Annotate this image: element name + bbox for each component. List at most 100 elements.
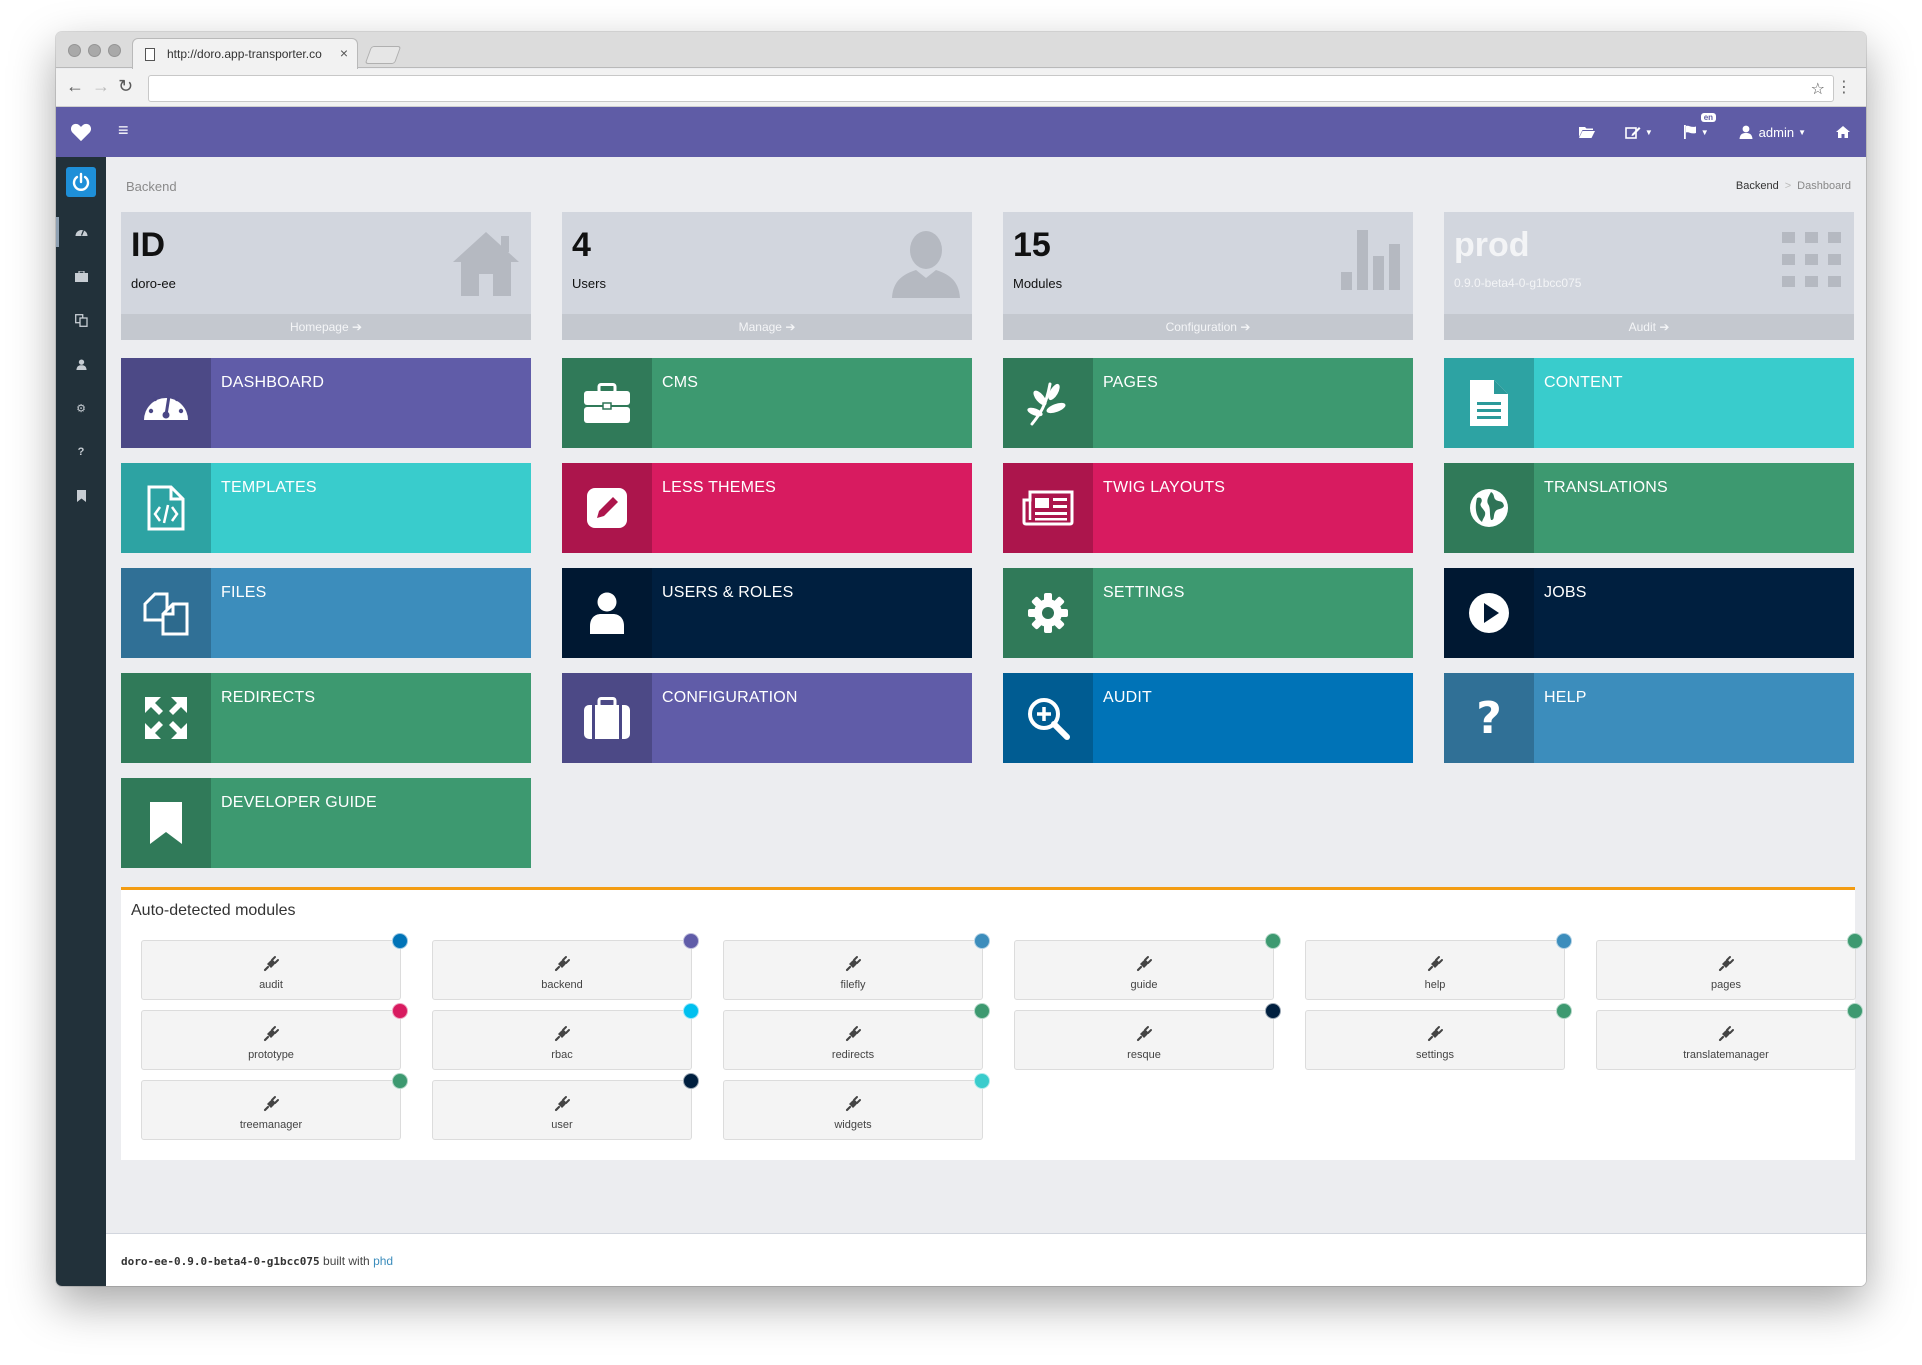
back-icon[interactable]: ←: [66, 77, 84, 95]
browser-menu-icon[interactable]: ⋮: [1836, 77, 1852, 97]
folder-menu[interactable]: [1578, 126, 1595, 138]
user-icon: [75, 358, 87, 370]
module-card-treemanager[interactable]: treemanager: [141, 1073, 408, 1140]
chevron-down-icon: ▼: [1700, 127, 1709, 137]
manage-link[interactable]: Manage ➔: [562, 314, 972, 340]
plug-icon: [433, 955, 691, 978]
modules-title: Auto-detected modules: [131, 902, 296, 919]
tile-users-roles[interactable]: USERS & ROLES: [562, 568, 972, 658]
sidebar-item-files[interactable]: [56, 305, 106, 335]
sidebar-item-cms[interactable]: [56, 261, 106, 291]
user-icon: [892, 231, 960, 298]
globe-icon: [1470, 489, 1508, 527]
tile-content[interactable]: CONTENT: [1444, 358, 1854, 448]
arrows-expand-icon: [145, 697, 187, 739]
module-card-prototype[interactable]: prototype: [141, 1003, 408, 1070]
sidebar-item-settings[interactable]: ⚙: [56, 393, 106, 423]
module-card-filefly[interactable]: filefly: [723, 933, 990, 1000]
tile-translations[interactable]: TRANSLATIONS: [1444, 463, 1854, 553]
module-name: redirects: [831, 1049, 875, 1061]
footer: doro-ee-0.9.0-beta4-0-g1bcc075 built wit…: [106, 1233, 1866, 1286]
audit-link[interactable]: Audit ➔: [1444, 314, 1854, 340]
breadcrumb-item-backend[interactable]: Backend: [1736, 180, 1779, 192]
module-card-pages[interactable]: pages: [1596, 933, 1863, 1000]
sidebar-item-guide[interactable]: [56, 481, 106, 511]
browser-tab[interactable]: http://doro.app-transporter.co ×: [132, 38, 358, 69]
user-menu[interactable]: admin ▼: [1739, 125, 1806, 140]
home-link[interactable]: [1836, 126, 1850, 138]
module-card-rbac[interactable]: rbac: [432, 1003, 699, 1070]
window-minimize-button[interactable]: [88, 44, 101, 57]
brand-logo[interactable]: [56, 107, 106, 157]
window-zoom-button[interactable]: [108, 44, 121, 57]
briefcase-icon: [74, 270, 88, 282]
plug-icon: [1597, 955, 1855, 978]
tile-settings[interactable]: SETTINGS: [1003, 568, 1413, 658]
sidebar-item-users[interactable]: [56, 349, 106, 379]
stat-value: 4: [572, 226, 591, 264]
module-card-widgets[interactable]: widgets: [723, 1073, 990, 1140]
page-icon: [145, 48, 155, 61]
module-card-translatemanager[interactable]: translatemanager: [1596, 1003, 1863, 1070]
module-card-help[interactable]: help: [1305, 933, 1572, 1000]
tile-help[interactable]: ? HELP: [1444, 673, 1854, 763]
tile-less-themes[interactable]: LESS THEMES: [562, 463, 972, 553]
tile-label: LESS THEMES: [662, 479, 776, 496]
module-status-dot: [1556, 1003, 1572, 1019]
breadcrumb-item-dashboard: Dashboard: [1797, 180, 1851, 192]
module-card-user[interactable]: user: [432, 1073, 699, 1140]
files-icon: [143, 592, 189, 636]
module-card-audit[interactable]: audit: [141, 933, 408, 1000]
module-name: guide: [1130, 979, 1158, 991]
edit-icon: [1625, 127, 1641, 139]
tile-twig-layouts[interactable]: TWIG LAYOUTS: [1003, 463, 1413, 553]
new-tab-button[interactable]: [364, 46, 402, 64]
tile-audit[interactable]: AUDIT: [1003, 673, 1413, 763]
stat-label: Users: [572, 276, 606, 291]
forward-icon[interactable]: →: [92, 77, 110, 95]
tile-label: CMS: [662, 374, 699, 391]
tile-pages[interactable]: PAGES: [1003, 358, 1413, 448]
module-status-dot: [974, 933, 990, 949]
window-close-button[interactable]: [68, 44, 81, 57]
sidebar-item-dashboard[interactable]: [56, 217, 106, 247]
module-card-resque[interactable]: resque: [1014, 1003, 1281, 1070]
configuration-link[interactable]: Configuration ➔: [1003, 314, 1413, 340]
breadcrumb: Backend > Dashboard: [1736, 180, 1851, 192]
module-card-guide[interactable]: guide: [1014, 933, 1281, 1000]
plug-icon: [1306, 955, 1564, 978]
homepage-link[interactable]: Homepage ➔: [121, 314, 531, 340]
sidebar-item-help[interactable]: ?: [56, 437, 106, 467]
plug-icon: [1015, 1025, 1273, 1048]
heart-icon: [70, 123, 92, 142]
stat-box-id: ID doro-ee Homepage ➔: [121, 212, 531, 340]
tile-configuration[interactable]: CONFIGURATION: [562, 673, 972, 763]
tile-templates[interactable]: TEMPLATES: [121, 463, 531, 553]
tile-label: PAGES: [1103, 374, 1158, 391]
module-card-settings[interactable]: settings: [1305, 1003, 1572, 1070]
tile-developer-guide[interactable]: DEVELOPER GUIDE: [121, 778, 531, 868]
reload-icon[interactable]: ↻: [118, 77, 133, 95]
bookmark-icon: [76, 490, 86, 502]
stat-box-users: 4 Users Manage ➔: [562, 212, 972, 340]
sidebar-toggle-icon[interactable]: ≡: [118, 120, 129, 141]
tile-cms[interactable]: CMS: [562, 358, 972, 448]
edit-menu[interactable]: ▼: [1625, 125, 1653, 139]
tab-title: http://doro.app-transporter.co: [167, 47, 322, 61]
close-tab-icon[interactable]: ×: [340, 45, 348, 61]
module-card-redirects[interactable]: redirects: [723, 1003, 990, 1070]
navbar-right: ▼ en ▼ admin ▼: [1578, 107, 1866, 157]
tile-label: CONFIGURATION: [662, 689, 798, 706]
left-sidebar: ⚙ ?: [56, 157, 106, 1286]
phd-link[interactable]: phd: [373, 1254, 393, 1268]
power-button[interactable]: [66, 167, 96, 197]
module-card-backend[interactable]: backend: [432, 933, 699, 1000]
bookmark-star-icon[interactable]: ☆: [1811, 79, 1825, 99]
address-bar[interactable]: ☆: [148, 75, 1834, 102]
tile-dashboard[interactable]: DASHBOARD: [121, 358, 531, 448]
language-menu[interactable]: en ▼: [1683, 113, 1717, 139]
tile-redirects[interactable]: REDIRECTS: [121, 673, 531, 763]
tile-jobs[interactable]: JOBS: [1444, 568, 1854, 658]
dashboard-icon: [75, 230, 87, 236]
tile-files[interactable]: FILES: [121, 568, 531, 658]
